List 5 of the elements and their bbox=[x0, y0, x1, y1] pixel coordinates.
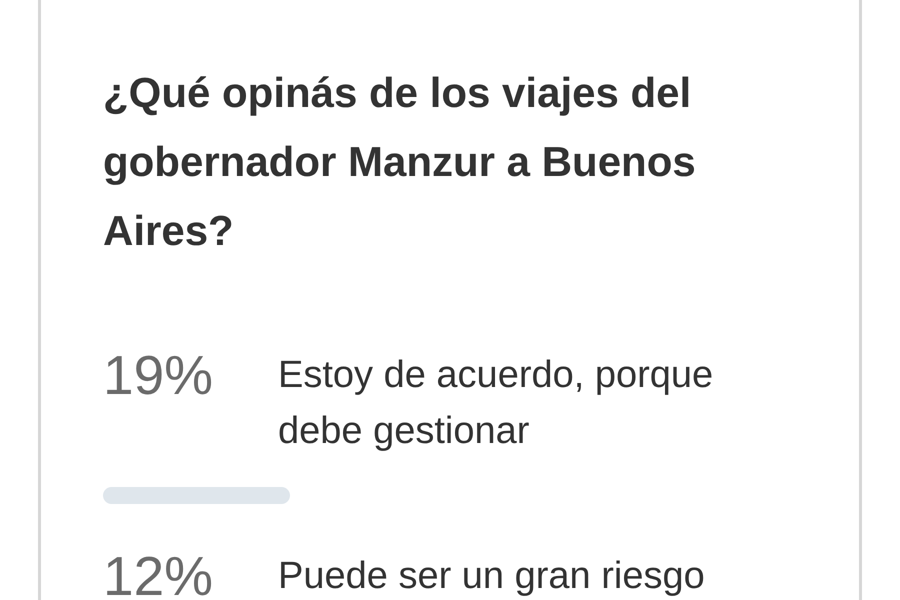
poll-question: ¿Qué opinás de los viajes del gobernador Manzur a Buenos Aires? bbox=[103, 68, 697, 256]
option-label: Puede ser un gran riesgo bbox=[278, 554, 706, 599]
vote-percentage: 19% bbox=[103, 345, 214, 405]
vote-percentage: 12% bbox=[103, 546, 214, 600]
option-label: Estoy de acuerdo, porque debe gestionar bbox=[278, 353, 714, 454]
